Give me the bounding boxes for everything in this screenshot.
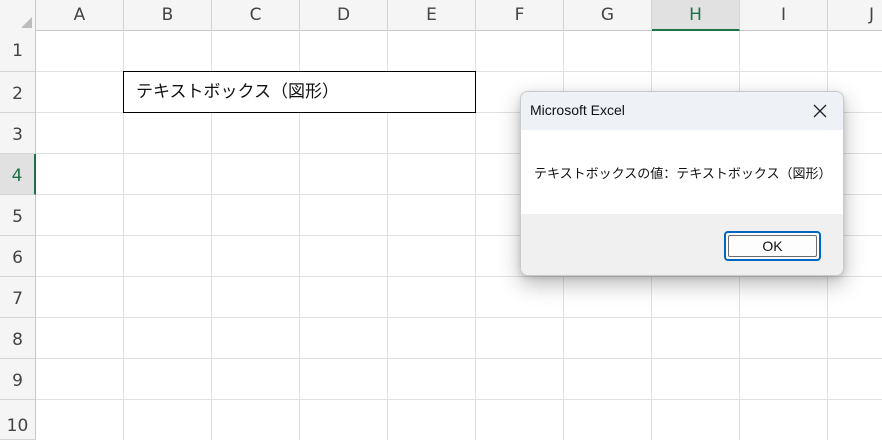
column-header-b[interactable]: B (124, 0, 212, 31)
dialog-message: テキストボックスの値：テキストボックス（図形） (534, 167, 832, 182)
dialog-title: Microsoft Excel (530, 102, 625, 118)
row-header-3[interactable]: 3 (0, 113, 36, 154)
row-header-10[interactable]: 10 (0, 400, 36, 440)
row-header-8[interactable]: 8 (0, 318, 36, 359)
column-header-i[interactable]: I (740, 0, 828, 31)
row-header-5[interactable]: 5 (0, 195, 36, 236)
select-all-triangle-icon (21, 17, 32, 28)
row-header-6[interactable]: 6 (0, 236, 36, 277)
dialog-body: テキストボックスの値：テキストボックス（図形） (521, 130, 843, 214)
dialog-close-button[interactable] (803, 96, 837, 126)
textbox-shape[interactable]: テキストボックス（図形） (123, 71, 476, 113)
row-header-4[interactable]: 4 (0, 154, 36, 195)
ok-button[interactable]: OK (724, 231, 821, 261)
column-header-h[interactable]: H (652, 0, 740, 31)
row-header-2[interactable]: 2 (0, 72, 36, 113)
grid-line (36, 399, 882, 400)
message-box-dialog: Microsoft Excel テキストボックスの値：テキストボックス（図形） … (520, 91, 844, 276)
column-header-j[interactable]: J (828, 0, 882, 31)
row-header-9[interactable]: 9 (0, 359, 36, 400)
column-header-d[interactable]: D (300, 0, 388, 31)
row-header-7[interactable]: 7 (0, 277, 36, 318)
column-header-g[interactable]: G (564, 0, 652, 31)
column-header-a[interactable]: A (36, 0, 124, 31)
column-header-f[interactable]: F (476, 0, 564, 31)
dialog-footer: OK (521, 214, 843, 275)
column-header-c[interactable]: C (212, 0, 300, 31)
grid-line (36, 317, 882, 318)
dialog-titlebar[interactable]: Microsoft Excel (521, 92, 843, 130)
column-header-bar: A B C D E F G H I J (0, 0, 882, 31)
grid-line (36, 358, 882, 359)
row-header-1[interactable]: 1 (0, 31, 36, 72)
select-all-corner[interactable] (0, 0, 36, 31)
grid-line (36, 276, 882, 277)
column-header-e[interactable]: E (388, 0, 476, 31)
close-icon (813, 104, 827, 118)
